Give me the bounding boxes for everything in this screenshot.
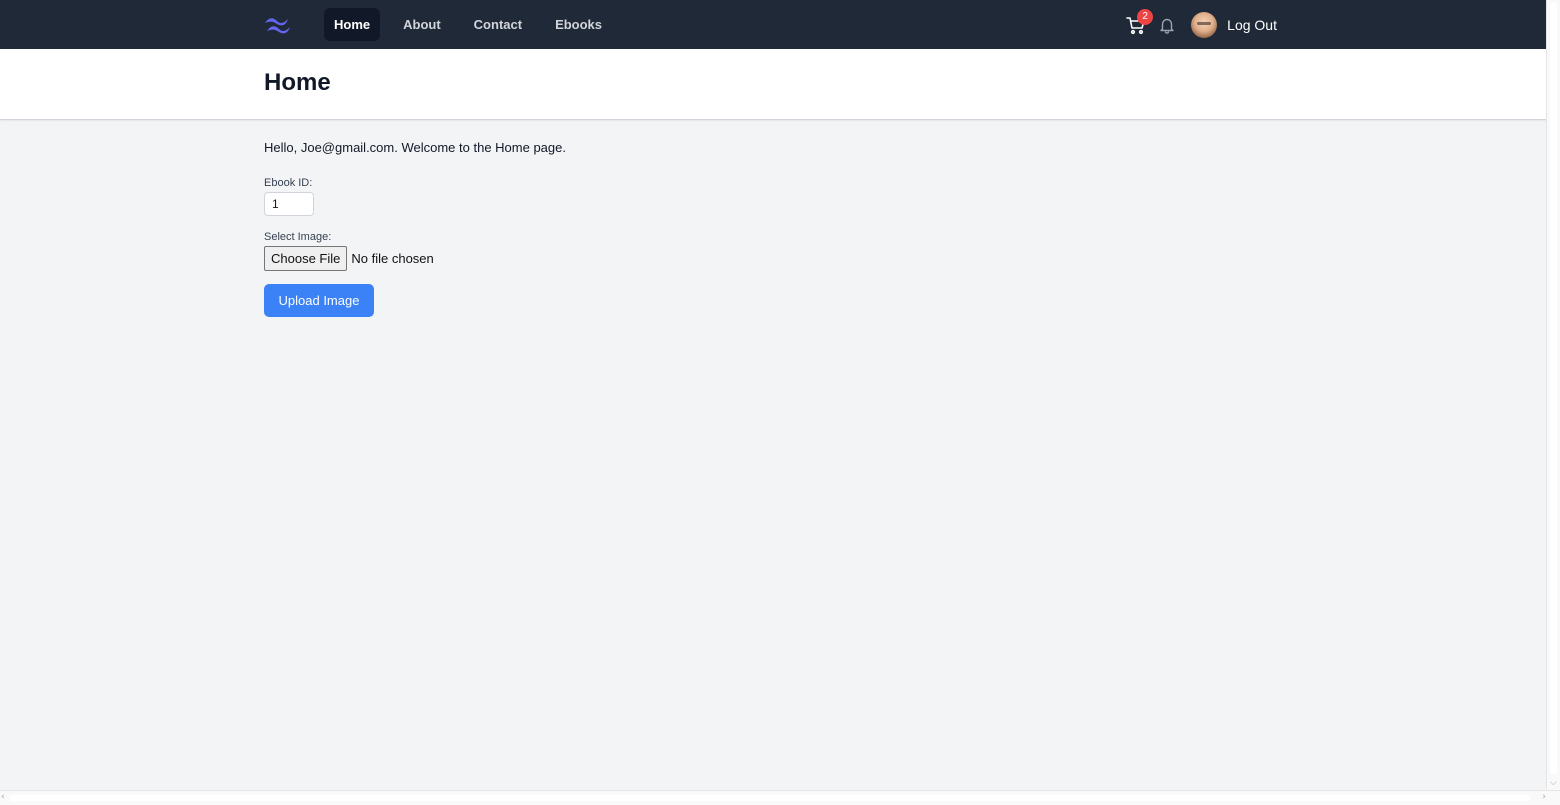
cart-count-badge: 2: [1137, 8, 1154, 25]
nav-link-ebooks[interactable]: Ebooks: [545, 8, 612, 41]
nav-right: 2 Log Out: [1126, 8, 1277, 38]
nav-link-contact[interactable]: Contact: [464, 8, 532, 41]
horizontal-scroll-thumb[interactable]: [10, 795, 1530, 801]
choose-file-button[interactable]: Choose File: [264, 246, 348, 271]
nav-link-about[interactable]: About: [393, 8, 451, 41]
scroll-down-arrow-icon[interactable]: ⌵: [1550, 778, 1557, 788]
navbar-inner: Home About Contact Ebooks 2 Log Out: [264, 0, 1277, 49]
vertical-scrollbar[interactable]: ⌵: [1546, 0, 1560, 791]
vertical-scroll-thumb[interactable]: [1550, 3, 1557, 774]
page-header: Home: [0, 49, 1547, 120]
logout-link[interactable]: Log Out: [1227, 17, 1277, 33]
ebook-id-label: Ebook ID:: [264, 177, 313, 189]
notifications-button[interactable]: [1158, 16, 1176, 34]
page-title: Home: [264, 69, 331, 96]
ebook-id-input[interactable]: [264, 192, 314, 216]
file-input: Choose File No file chosen: [264, 246, 566, 271]
main-content: Hello, Joe@gmail.com. Welcome to the Hom…: [264, 140, 566, 317]
scroll-right-arrow-icon[interactable]: ›: [1542, 792, 1546, 802]
bell-icon: [1160, 18, 1174, 34]
page: Home About Contact Ebooks 2 Log Out Home…: [0, 0, 1547, 791]
avatar[interactable]: [1191, 11, 1218, 38]
file-status-text: No file chosen: [351, 251, 434, 266]
scroll-left-arrow-icon[interactable]: ‹: [1, 792, 5, 802]
select-image-label: Select Image:: [264, 231, 332, 243]
cart-button[interactable]: 2: [1126, 8, 1154, 35]
logo-icon[interactable]: [264, 16, 291, 34]
nav-link-home[interactable]: Home: [324, 8, 381, 41]
horizontal-scrollbar[interactable]: ‹ ›: [0, 790, 1560, 805]
navbar: Home About Contact Ebooks 2 Log Out: [0, 0, 1547, 49]
upload-image-button[interactable]: Upload Image: [264, 284, 374, 317]
welcome-text: Hello, Joe@gmail.com. Welcome to the Hom…: [264, 140, 566, 155]
